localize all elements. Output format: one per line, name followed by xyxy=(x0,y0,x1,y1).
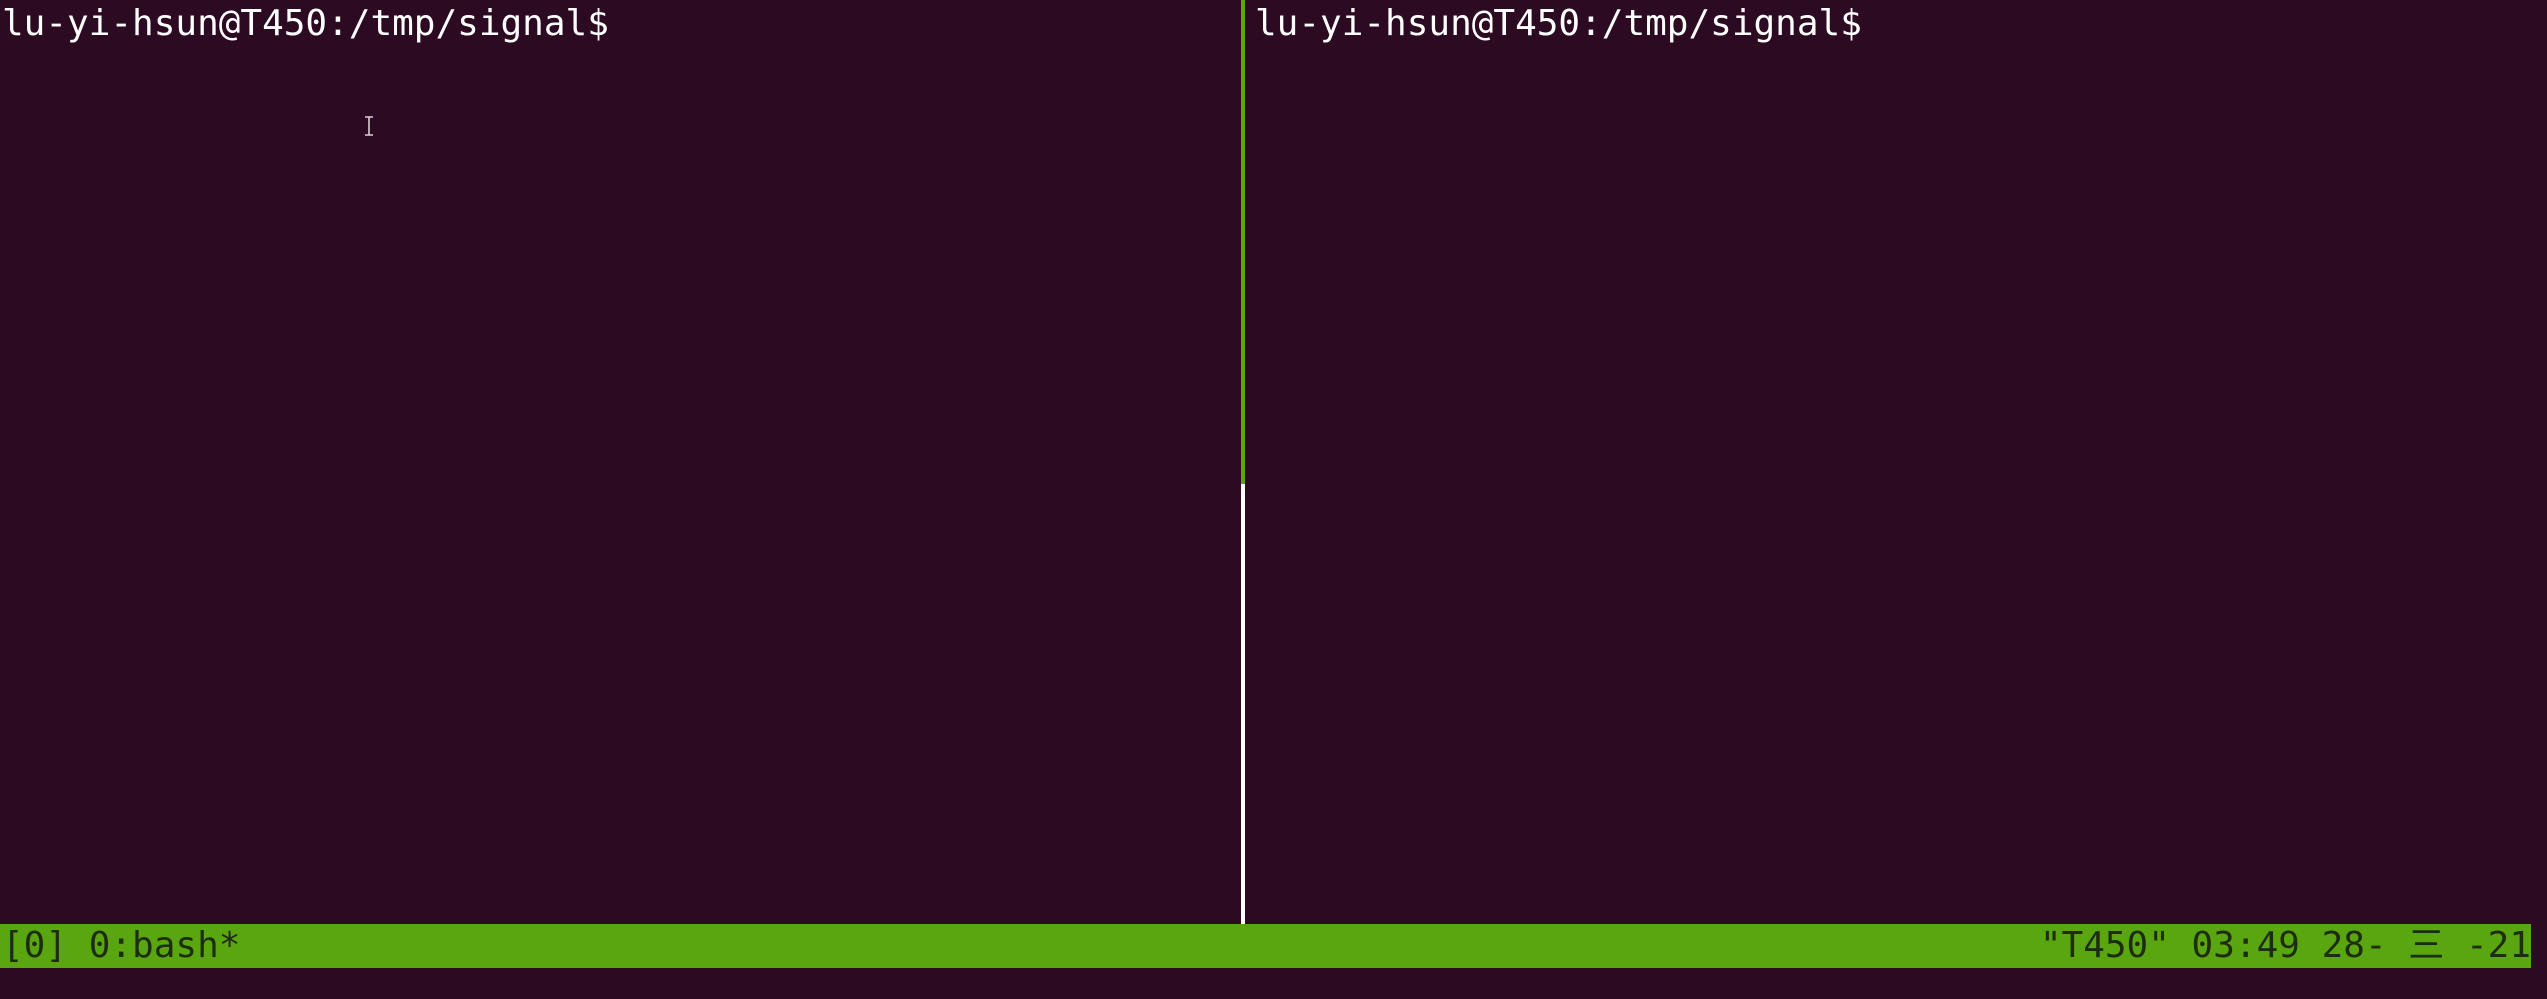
bottom-margin xyxy=(0,968,2547,999)
shell-prompt: lu-yi-hsun@T450:/tmp/signal$ xyxy=(1255,3,1862,44)
terminal-pane-right[interactable]: lu-yi-hsun@T450:/tmp/signal$ xyxy=(1245,0,2547,924)
shell-prompt: lu-yi-hsun@T450:/tmp/signal$ xyxy=(2,3,609,44)
terminal-pane-left[interactable]: lu-yi-hsun@T450:/tmp/signal$ xyxy=(0,0,1241,924)
text-cursor-icon xyxy=(365,116,373,136)
tmux-status-bar: [0] 0:bash* "T450" 03:49 28- 三 -21 xyxy=(0,924,2531,968)
status-info: "T450" 03:49 28- 三 -21 xyxy=(2039,925,2531,966)
window-list[interactable]: [0] 0:bash* xyxy=(2,924,240,968)
